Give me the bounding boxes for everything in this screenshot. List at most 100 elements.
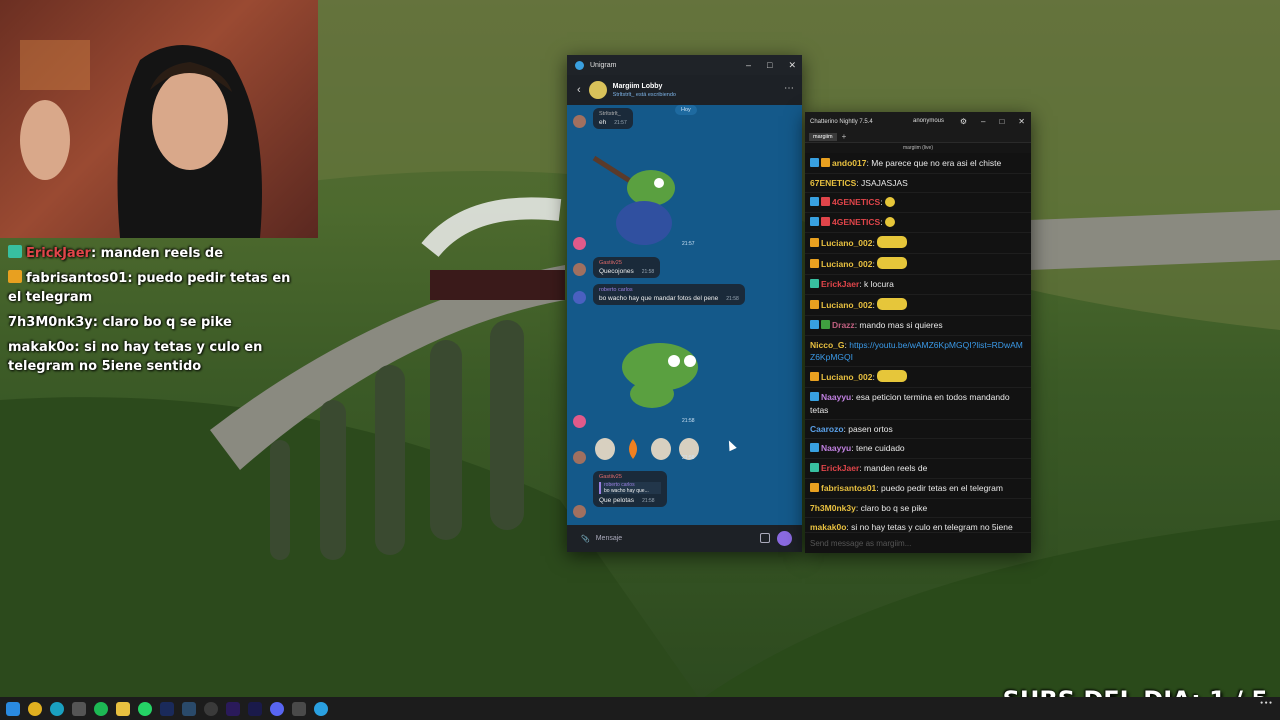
message-text: eh xyxy=(599,119,607,126)
message-time: 21:58 xyxy=(682,418,695,424)
chat-header: ‹ Margiim Lobby Strltstrlt_ está escribi… xyxy=(567,75,802,105)
chat-message: Luciano_002: xyxy=(805,367,1031,388)
chat-message: Luciano_002: xyxy=(805,233,1031,254)
discord-icon[interactable] xyxy=(270,701,284,716)
chat-username[interactable]: 4GENETICS xyxy=(832,217,880,227)
badge-icon xyxy=(8,245,22,258)
avatar[interactable] xyxy=(573,415,586,428)
group-avatar[interactable] xyxy=(588,81,607,99)
settings-icon[interactable]: ⚙ xyxy=(960,117,967,126)
unigram-window: Unigram – □ ✕ ‹ Margiim Lobby Strltstrlt… xyxy=(567,55,802,552)
chatterino-icon[interactable] xyxy=(292,701,306,716)
chat-username[interactable]: ErickJaer xyxy=(821,463,859,473)
unigram-titlebar: Unigram – □ ✕ xyxy=(567,55,802,75)
telegram-icon[interactable] xyxy=(314,701,328,716)
add-tab-icon[interactable]: + xyxy=(842,132,847,141)
sticker-icon[interactable] xyxy=(760,533,770,543)
avatar[interactable] xyxy=(573,451,586,464)
emote-icon xyxy=(877,298,908,310)
close-icon[interactable]: ✕ xyxy=(788,60,796,71)
overlay-chat-text: manden reels de xyxy=(100,246,224,261)
chat-message: 4GENETICS: xyxy=(805,193,1031,213)
system-tray[interactable]: ● ● ● xyxy=(1260,699,1272,707)
chat-message: Naayyu: tene cuidado xyxy=(805,439,1031,459)
tab-margiim[interactable]: margiim xyxy=(809,132,837,141)
more-options-icon[interactable]: ⋯ xyxy=(784,83,794,94)
attach-icon[interactable]: 📎 xyxy=(581,535,590,543)
chat-text: manden reels de xyxy=(864,463,928,473)
chat-text: k locura xyxy=(864,279,894,289)
chat-username[interactable]: ando017 xyxy=(832,158,867,168)
emote-icon xyxy=(877,236,908,248)
avatar[interactable] xyxy=(573,237,586,250)
windows-start-icon[interactable] xyxy=(6,701,20,716)
message-bubble[interactable]: roberto carlos bo wacho hay que mandar f… xyxy=(593,284,745,305)
obs-icon[interactable] xyxy=(204,701,218,716)
chat-username[interactable]: Luciano_002 xyxy=(821,259,873,269)
chat-text: claro bo q se pike xyxy=(860,503,928,513)
overlay-chat-user: ErickJaer xyxy=(26,246,91,261)
emote-icon xyxy=(877,370,908,382)
chat-username[interactable]: 7h3M0nk3y xyxy=(810,503,856,513)
chat-message-list[interactable]: ando017: Me parece que no era asi el chi… xyxy=(805,154,1031,534)
edge-icon[interactable] xyxy=(50,701,64,716)
channel-header[interactable]: margiim (live) xyxy=(805,143,1031,153)
crown-badge-icon xyxy=(8,270,22,283)
chat-username[interactable]: 67ENETICS xyxy=(810,178,856,188)
message-bubble[interactable]: Gastiiv25 Quecojones 21:58 xyxy=(593,257,661,278)
avatar[interactable] xyxy=(573,505,586,518)
chat-username[interactable]: Naayyu xyxy=(821,392,851,402)
chat-username[interactable]: fabrisantos01 xyxy=(821,483,876,493)
chat-username[interactable]: Luciano_002 xyxy=(821,300,873,310)
message-input[interactable]: Mensaje xyxy=(596,535,622,542)
close-icon[interactable]: ✕ xyxy=(1018,117,1025,126)
spotify-icon[interactable] xyxy=(94,701,108,716)
folder-icon[interactable] xyxy=(116,701,130,716)
pepe-sticker[interactable] xyxy=(612,339,707,409)
maximize-icon[interactable]: □ xyxy=(767,60,772,70)
steam-icon[interactable] xyxy=(182,701,196,716)
message-bubble[interactable]: Gastiiv25 roberto carlos bo wacho hay qu… xyxy=(593,471,667,507)
chat-username[interactable]: Nicco_G xyxy=(810,340,845,350)
microphone-icon[interactable] xyxy=(777,531,792,546)
message-list[interactable]: Hoy Strltstrlt_ eh 21:57 21:57 Gastiiv25 … xyxy=(567,105,802,525)
message-sender: Strltstrlt_ xyxy=(599,111,621,117)
chat-username[interactable]: ErickJaer xyxy=(821,279,859,289)
pepe-sticker[interactable] xyxy=(589,153,699,248)
chatterino-titlebar: Chatterino Nightly 7.5.4 anonymous ⚙ – □… xyxy=(805,112,1031,131)
chat-username[interactable]: makak0o xyxy=(810,522,846,532)
avatar[interactable] xyxy=(573,115,586,128)
message-bubble[interactable]: Strltstrlt_ eh 21:57 xyxy=(593,108,633,129)
message-text: bo wacho hay que mandar fotos del pene xyxy=(599,295,719,302)
chat-status: Strltstrlt_ está escribiendo xyxy=(612,91,676,98)
photoshop-icon[interactable] xyxy=(160,701,174,716)
avatar[interactable] xyxy=(573,263,586,276)
premiere-icon[interactable] xyxy=(226,701,240,716)
chat-username[interactable]: Drazz xyxy=(832,320,855,330)
chat-text: tene cuidado xyxy=(855,443,905,453)
after-effects-icon[interactable] xyxy=(248,701,262,716)
whatsapp-icon[interactable] xyxy=(138,701,152,716)
account-name[interactable]: anonymous xyxy=(913,118,944,124)
minimize-icon[interactable]: – xyxy=(981,117,985,126)
chat-input-placeholder: Send message as margiim... xyxy=(810,539,912,548)
chat-input[interactable]: Send message as margiim... xyxy=(805,532,1031,553)
reply-text: bo wacho hay que... xyxy=(604,488,649,494)
camera-icon[interactable] xyxy=(72,701,86,716)
chat-username[interactable]: Naayyu xyxy=(821,443,851,453)
chat-username[interactable]: Caarozo xyxy=(810,424,844,434)
chat-username[interactable]: Luciano_002 xyxy=(821,372,873,382)
chat-text: mando mas si quieres xyxy=(859,320,943,330)
message-composer: 📎 Mensaje xyxy=(567,525,802,552)
minimize-icon[interactable]: – xyxy=(746,60,751,70)
chat-username[interactable]: Luciano_002 xyxy=(821,238,873,248)
back-arrow-icon[interactable]: ‹ xyxy=(577,84,581,96)
reply-preview[interactable]: roberto carlos bo wacho hay que... xyxy=(599,482,661,494)
maximize-icon[interactable]: □ xyxy=(999,117,1004,126)
chat-username[interactable]: 4GENETICS xyxy=(832,197,880,207)
chrome-icon[interactable] xyxy=(28,701,42,716)
emote-icon xyxy=(884,217,895,227)
chat-title[interactable]: Margiim Lobby xyxy=(613,83,676,90)
avatar[interactable] xyxy=(573,291,586,304)
chat-message: fabrisantos01: puedo pedir tetas en el t… xyxy=(805,479,1031,499)
